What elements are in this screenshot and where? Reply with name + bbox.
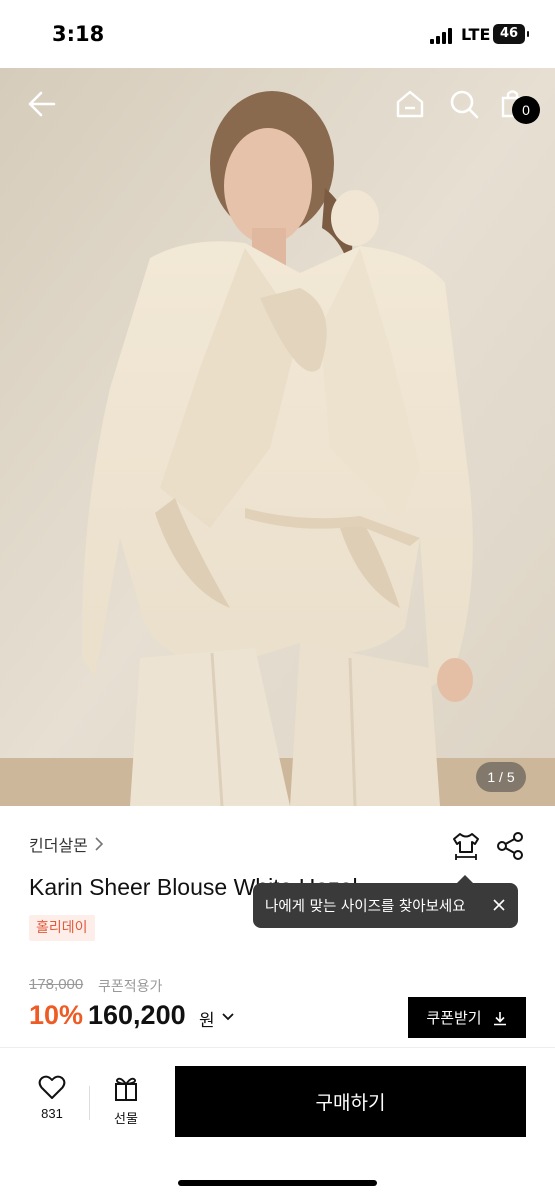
gift-button[interactable]: 선물 [100, 1074, 152, 1134]
close-icon[interactable] [490, 896, 508, 914]
size-guide-tooltip[interactable]: 나에게 맞는 사이즈를 찾아보세요 [253, 875, 518, 928]
download-icon [493, 1011, 506, 1025]
cart-count-badge: 0 [512, 96, 540, 124]
brand-name: 킨더살몬 [29, 836, 88, 855]
status-bar: 3:18 LTE 46 [0, 0, 555, 68]
buy-button-label: 구매하기 [315, 1092, 386, 1114]
gift-icon [115, 1077, 137, 1101]
brand-link[interactable]: 킨더살몬 [29, 832, 104, 856]
status-time: 3:18 [52, 22, 105, 46]
sale-price: 160,200 [88, 1000, 186, 1030]
share-button[interactable] [494, 830, 526, 862]
divider [89, 1086, 90, 1120]
home-indicator[interactable] [178, 1180, 377, 1186]
home-icon [396, 90, 424, 118]
chevron-down-icon[interactable] [221, 1011, 235, 1023]
image-page-indicator: 1 / 5 [476, 762, 526, 792]
gift-label: 선물 [114, 1112, 138, 1127]
chevron-right-icon [95, 837, 104, 851]
original-price: 178,000 [29, 976, 84, 993]
buy-button[interactable]: 구매하기 [175, 1066, 526, 1137]
coupon-button-label: 쿠폰받기 [426, 1009, 482, 1027]
bottom-action-bar: 831 선물 구매하기 [0, 1048, 555, 1200]
back-button[interactable] [24, 86, 64, 122]
network-type: LTE [461, 25, 491, 44]
like-count: 831 [41, 1106, 63, 1121]
share-icon [497, 832, 523, 860]
discount-rate: 10% [29, 1000, 84, 1030]
search-button[interactable] [446, 86, 482, 122]
heart-icon [38, 1075, 66, 1099]
currency-unit: 원 [199, 1011, 215, 1031]
size-guide-button[interactable] [450, 830, 482, 862]
like-button[interactable]: 831 [26, 1074, 78, 1134]
battery-icon: 46 [493, 24, 529, 44]
home-button[interactable] [392, 86, 428, 122]
product-image[interactable]: 0 1 / 5 [0, 68, 555, 806]
signal-icon [430, 28, 456, 44]
product-photo [0, 68, 555, 806]
promo-badge: 홀리데이 [29, 915, 95, 941]
tooltip-text: 나에게 맞는 사이즈를 찾아보세요 [265, 899, 466, 915]
get-coupon-button[interactable]: 쿠폰받기 [408, 997, 526, 1038]
search-icon [450, 90, 479, 119]
arrow-left-icon [28, 91, 56, 117]
t-shirt-size-icon [453, 833, 479, 860]
coupon-price-label: 쿠폰적용가 [98, 979, 163, 995]
